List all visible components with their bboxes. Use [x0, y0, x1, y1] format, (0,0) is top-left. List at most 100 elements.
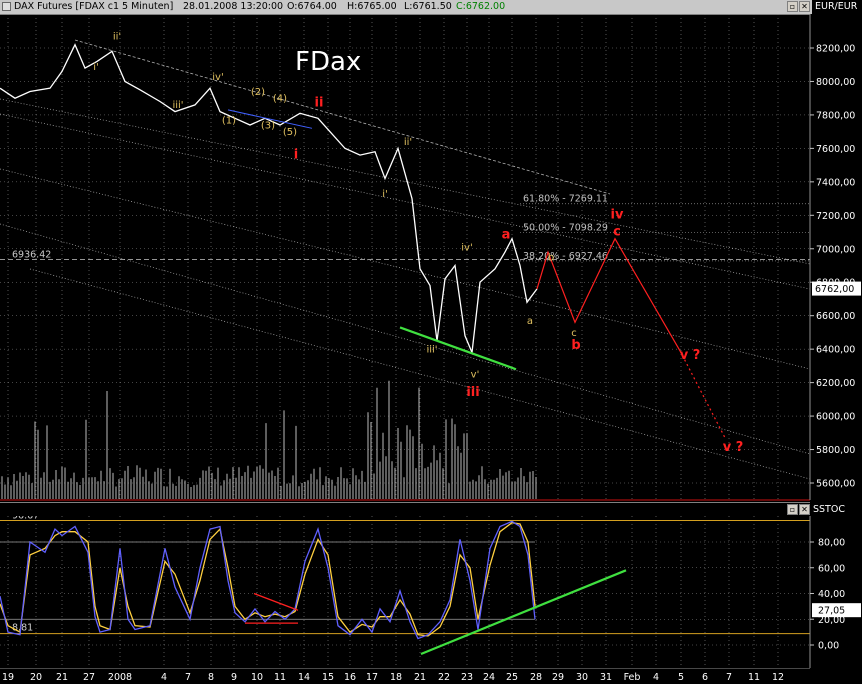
wave-label: iii'	[426, 345, 437, 356]
fib-label: 38.20% - 6927.46	[523, 251, 608, 262]
wave-labels: ii'i'iii'iv'(1)(2)(3)(4)(5)iiii'ii'iv'ab…	[93, 32, 743, 456]
price-grid	[0, 14, 810, 500]
wave-label: ii'	[113, 32, 121, 43]
x-tick-label: 18	[390, 672, 402, 683]
y-tick-label: 8000,00	[816, 77, 855, 88]
x-tick-label: 29	[552, 672, 564, 683]
wave-label: (3)	[261, 120, 275, 131]
x-tick-label: 9	[231, 672, 237, 683]
x-tick-label: 4	[653, 672, 659, 683]
price-chart[interactable]: 6936.42 61.80% - 7269.11 50.00% - 7098.29…	[0, 14, 862, 514]
x-tick-label: 10	[251, 672, 263, 683]
x-tick-label: 27	[83, 672, 95, 683]
last-value-label: 27,05	[818, 606, 845, 617]
x-tick-label: 20	[30, 672, 42, 683]
wave-label: iv'	[212, 72, 223, 83]
minimize-button[interactable]: ▫	[787, 1, 798, 12]
wave-label: b	[571, 338, 580, 353]
level-low-label: 8.81	[12, 623, 33, 634]
wave-label: ii	[315, 96, 324, 111]
wave-label: v ?	[723, 440, 744, 455]
y-tick-label: 7000,00	[816, 244, 855, 255]
y-tick-label: 5600,00	[816, 479, 855, 490]
wave-label: i'	[382, 189, 388, 200]
x-tick-label: 12	[772, 672, 784, 683]
y-tick-label: 6000,00	[816, 412, 855, 423]
channel-line	[0, 98, 811, 265]
y-tick-label: 6600,00	[816, 311, 855, 322]
x-tick-label: 23	[461, 672, 473, 683]
y-tick-label: 8200,00	[816, 44, 855, 55]
y-tick-label: 7200,00	[816, 211, 855, 222]
stochastic-chart[interactable]: 96.678.81 80,0060,0040,0020,000,0027,05	[0, 516, 862, 668]
x-tick-label: Feb	[624, 672, 641, 683]
time-axis: 19 20 21 27 2008 4 7 8 9 10 11 14 15 16 17 18 21 22 23 24 25…	[0, 668, 810, 683]
wave-label: ii'	[404, 137, 412, 148]
wave-label: iii	[466, 385, 479, 400]
bar-datetime: 28.01.2008 13:20:00	[183, 1, 284, 12]
stoch-axis: 80,0060,0040,0020,000,0027,05	[809, 516, 862, 668]
price-line	[0, 43, 538, 356]
x-tick-label: 24	[483, 672, 495, 683]
fib-label: 61.80% - 7269.11	[523, 194, 608, 205]
wave-label: (2)	[251, 87, 265, 98]
x-tick-label: 11	[274, 672, 286, 683]
wave-label: c	[571, 328, 577, 339]
green-trendline	[399, 326, 517, 371]
window-icon	[2, 2, 11, 11]
projection-dotted-line	[679, 350, 726, 439]
x-tick-label: 8	[208, 672, 214, 683]
wave-label: (4)	[273, 94, 287, 105]
channel-line	[0, 168, 811, 370]
x-tick-label: 22	[438, 672, 450, 683]
stoch-close-button[interactable]: ✕	[799, 504, 810, 515]
wave-label: iv	[611, 208, 624, 223]
y-tick-label: 0,00	[818, 641, 839, 652]
wave-label: (1)	[222, 115, 236, 126]
y-tick-label: 7400,00	[816, 177, 855, 188]
x-tick-label: 21	[414, 672, 426, 683]
channel-line	[0, 223, 811, 455]
last-price-label: 6762,00	[815, 284, 854, 295]
wave-label: v ?	[680, 348, 701, 363]
stoch-green-trendline	[420, 569, 627, 656]
x-tick-label: 11	[748, 672, 760, 683]
y-tick-label: 80,00	[818, 538, 845, 549]
y-tick-label: 7800,00	[816, 110, 855, 121]
high-value: H:6765.00	[347, 1, 397, 12]
channel-lines: 6936.42	[0, 39, 811, 480]
fibonacci-levels: 61.80% - 7269.11 50.00% - 7098.29 38.20% -…	[520, 194, 810, 262]
y-tick-label: 7600,00	[816, 144, 855, 155]
wave-label: (5)	[283, 127, 297, 138]
x-tick-label: 6	[702, 672, 708, 683]
wave-label: v'	[471, 370, 480, 381]
wave-label: a	[502, 228, 511, 243]
price-unit-label: EUR/EUR	[813, 0, 862, 14]
close-button[interactable]: ✕	[799, 1, 810, 12]
wave-label: b	[548, 252, 554, 263]
wave-label: c	[613, 224, 621, 239]
chart-titlebar: DAX Futures [FDAX c1 5 Minuten] 28.01.20…	[0, 0, 812, 15]
chart-title: FDax	[295, 47, 361, 77]
open-value: O:6764.00	[287, 1, 337, 12]
fib-label: 50.00% - 7098.29	[523, 222, 608, 233]
y-tick-label: 6400,00	[816, 345, 855, 356]
instrument-title: DAX Futures [FDAX c1 5 Minuten]	[14, 1, 174, 12]
price-axis: 8200,00 8000,00 7800,00 7600,00 7400,00 7200,…	[809, 14, 862, 500]
x-tick-label: 14	[298, 672, 310, 683]
x-tick-label: 16	[344, 672, 356, 683]
y-tick-label: 6200,00	[816, 378, 855, 389]
x-tick-label: 30	[576, 672, 588, 683]
y-tick-label: 40,00	[818, 589, 845, 600]
x-tick-label: 31	[600, 672, 612, 683]
wave-label: a	[527, 316, 533, 327]
stoch-grid	[0, 516, 810, 668]
x-tick-label: 25	[506, 672, 518, 683]
wave-label: i'	[93, 62, 99, 73]
x-tick-label: 19	[2, 672, 14, 683]
close-value: C:6762.00	[456, 1, 506, 12]
y-tick-label: 5800,00	[816, 445, 855, 456]
stoch-minimize-button[interactable]: ▫	[787, 504, 798, 515]
hline-label: 6936.42	[12, 249, 51, 260]
x-tick-label: 2008	[108, 672, 132, 683]
